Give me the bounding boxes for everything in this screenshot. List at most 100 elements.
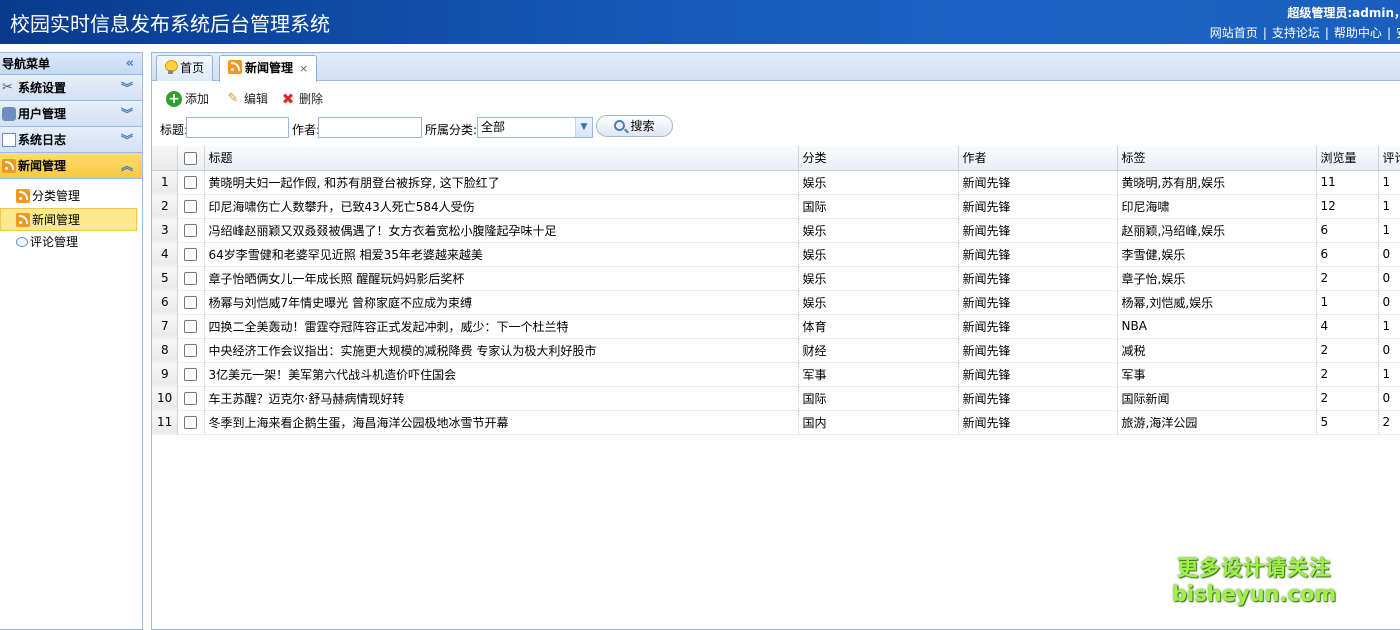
cell-views: 2 bbox=[1316, 338, 1379, 363]
sidebar-item-comment-management[interactable]: 评论管理 bbox=[0, 231, 142, 254]
cell-category: 娱乐 bbox=[798, 218, 959, 243]
row-number: 9 bbox=[152, 362, 178, 387]
panel-user-management[interactable]: 用户管理 ︾ bbox=[0, 101, 142, 127]
link-security[interactable]: 安 bbox=[1396, 26, 1400, 40]
table-row[interactable]: 7 四换二全美轰动！雷霆夺冠阵容正式发起冲刺，威少：下一个杜兰特 体育 新闻先锋 NBA… bbox=[152, 314, 1400, 339]
news-grid: 标题 分类 作者 标签 浏览量 评论 1 黄晓明夫妇一起作假, 和苏有朋登台被拆穿… bbox=[152, 146, 1400, 435]
link-support-forum[interactable]: 支持论坛 bbox=[1272, 26, 1320, 40]
search-bar: 标题: 作者: 所属分类: 全部 ▼ 搜索 bbox=[152, 115, 1400, 142]
row-checkbox-cell[interactable] bbox=[177, 266, 205, 291]
table-row[interactable]: 4 64岁李雪健和老婆罕见近照 相爱35年老婆越来越美 娱乐 新闻先锋 李雪健,娱乐 6 0 bbox=[152, 242, 1400, 267]
row-checkbox-cell[interactable] bbox=[177, 242, 205, 267]
author-search-input[interactable] bbox=[318, 117, 422, 138]
row-checkbox[interactable] bbox=[184, 392, 197, 405]
row-checkbox-cell[interactable] bbox=[177, 338, 205, 363]
cell-comments: 1 bbox=[1378, 194, 1400, 219]
collapse-left-icon[interactable]: « bbox=[126, 53, 134, 75]
news-submenu: 分类管理 新闻管理 评论管理 bbox=[0, 179, 142, 254]
row-number: 10 bbox=[152, 386, 178, 411]
cell-author: 新闻先锋 bbox=[958, 242, 1118, 267]
row-checkbox-cell[interactable] bbox=[177, 386, 205, 411]
expand-down-icon[interactable]: ︾ bbox=[121, 127, 133, 153]
row-checkbox[interactable] bbox=[184, 416, 197, 429]
panel-news-management[interactable]: 新闻管理 ︽ bbox=[0, 153, 142, 179]
cell-author: 新闻先锋 bbox=[958, 290, 1118, 315]
row-checkbox-cell[interactable] bbox=[177, 170, 205, 195]
table-row[interactable]: 11 冬季到上海来看企鹅生蛋，海昌海洋公园极地冰雪节开幕 国内 新闻先锋 旅游,海洋公园… bbox=[152, 410, 1400, 435]
table-row[interactable]: 3 冯绍峰赵丽颖又双叒叕被偶遇了！女方衣着宽松小腹隆起孕味十足 娱乐 新闻先锋 赵丽颖,… bbox=[152, 218, 1400, 243]
delete-button[interactable]: ✖ 删除 bbox=[280, 89, 323, 109]
row-checkbox[interactable] bbox=[184, 296, 197, 309]
cell-views: 5 bbox=[1316, 410, 1379, 435]
cell-category: 国内 bbox=[798, 410, 959, 435]
panel-label: 新闻管理 bbox=[18, 159, 67, 173]
cell-category: 国际 bbox=[798, 386, 959, 411]
row-checkbox[interactable] bbox=[184, 344, 197, 357]
select-all-checkbox-cell[interactable] bbox=[177, 146, 205, 171]
column-header-title[interactable]: 标题 bbox=[204, 146, 799, 171]
row-checkbox-cell[interactable] bbox=[177, 362, 205, 387]
table-row[interactable]: 10 车王苏醒？迈克尔·舒马赫病情现好转 国际 新闻先锋 国际新闻 2 0 bbox=[152, 386, 1400, 411]
toolbar: + 添加 ✎ 编辑 ✖ 删除 bbox=[152, 81, 1400, 115]
collapse-up-icon[interactable]: ︽ bbox=[121, 153, 133, 179]
table-row[interactable]: 2 印尼海啸伤亡人数攀升，已致43人死亡584人受伤 国际 新闻先锋 印尼海啸 12 1 bbox=[152, 194, 1400, 219]
row-checkbox-cell[interactable] bbox=[177, 218, 205, 243]
category-label: 所属分类: bbox=[425, 123, 478, 137]
row-checkbox[interactable] bbox=[184, 272, 197, 285]
cell-tags: 印尼海啸 bbox=[1117, 194, 1317, 219]
column-header-tags[interactable]: 标签 bbox=[1117, 146, 1317, 171]
row-checkbox[interactable] bbox=[184, 200, 197, 213]
header-links: 网站首页 | 支持论坛 | 帮助中心 | 安 bbox=[1210, 24, 1400, 41]
cell-tags: NBA bbox=[1117, 314, 1317, 339]
row-checkbox[interactable] bbox=[184, 248, 197, 261]
row-checkbox[interactable] bbox=[184, 320, 197, 333]
row-checkbox-cell[interactable] bbox=[177, 290, 205, 315]
expand-down-icon[interactable]: ︾ bbox=[121, 75, 133, 101]
tab-close-icon[interactable]: × bbox=[299, 62, 308, 75]
tab-news-management[interactable]: 新闻管理 × bbox=[219, 55, 318, 82]
table-row[interactable]: 9 3亿美元一架！美军第六代战斗机造价吓住国会 军事 新闻先锋 军事 2 1 bbox=[152, 362, 1400, 387]
row-number: 6 bbox=[152, 290, 178, 315]
table-row[interactable]: 1 黄晓明夫妇一起作假, 和苏有朋登台被拆穿, 这下脸红了 娱乐 新闻先锋 黄晓明,苏有… bbox=[152, 170, 1400, 195]
row-checkbox[interactable] bbox=[184, 176, 197, 189]
cell-views: 2 bbox=[1316, 386, 1379, 411]
select-all-checkbox[interactable] bbox=[184, 151, 197, 165]
column-header-category[interactable]: 分类 bbox=[798, 146, 959, 171]
add-label: 添加 bbox=[185, 92, 210, 106]
link-site-home[interactable]: 网站首页 bbox=[1210, 26, 1258, 40]
lightbulb-icon bbox=[165, 60, 178, 74]
tab-home[interactable]: 首页 bbox=[156, 55, 214, 81]
column-header-author[interactable]: 作者 bbox=[958, 146, 1118, 171]
row-checkbox-cell[interactable] bbox=[177, 410, 205, 435]
panel-system-settings[interactable]: ✂ 系统设置 ︾ bbox=[0, 75, 142, 101]
edit-button[interactable]: ✎ 编辑 bbox=[225, 89, 268, 109]
sidebar-item-category-management[interactable]: 分类管理 bbox=[0, 185, 142, 208]
table-row[interactable]: 6 杨幂与刘恺威7年情史曝光 曾称家庭不应成为束缚 娱乐 新闻先锋 杨幂,刘恺威,娱乐 1… bbox=[152, 290, 1400, 315]
row-number: 8 bbox=[152, 338, 178, 363]
cell-comments: 1 bbox=[1378, 362, 1400, 387]
row-checkbox-cell[interactable] bbox=[177, 194, 205, 219]
rss-icon bbox=[228, 60, 242, 74]
table-row[interactable]: 8 中央经济工作会议指出：实施更大规模的减税降费 专家认为极大利好股市 财经 新闻先锋… bbox=[152, 338, 1400, 363]
row-checkbox[interactable] bbox=[184, 368, 197, 381]
category-select[interactable]: 全部 ▼ bbox=[477, 117, 593, 138]
table-row[interactable]: 5 章子怡晒俩女儿一年成长照 醒醒玩妈妈影后奖杯 娱乐 新闻先锋 章子怡,娱乐 2 0 bbox=[152, 266, 1400, 291]
search-button[interactable]: 搜索 bbox=[596, 115, 673, 137]
row-checkbox-cell[interactable] bbox=[177, 314, 205, 339]
column-header-comments[interactable]: 评论 bbox=[1378, 146, 1400, 171]
link-help-center[interactable]: 帮助中心 bbox=[1334, 26, 1382, 40]
cell-comments: 0 bbox=[1378, 338, 1400, 363]
row-checkbox[interactable] bbox=[184, 224, 197, 237]
panel-system-log[interactable]: 系统日志 ︾ bbox=[0, 127, 142, 153]
pencil-icon: ✎ bbox=[227, 90, 239, 106]
expand-down-icon[interactable]: ︾ bbox=[121, 101, 133, 127]
cell-author: 新闻先锋 bbox=[958, 410, 1118, 435]
title-search-input[interactable] bbox=[186, 117, 289, 138]
main-panel: 首页 新闻管理 × + 添加 ✎ 编辑 ✖ 删除 标题: 作者: 所属分类: 全部 ▼ … bbox=[151, 52, 1400, 630]
column-header-views[interactable]: 浏览量 bbox=[1316, 146, 1379, 171]
chevron-down-icon[interactable]: ▼ bbox=[575, 118, 592, 137]
cell-comments: 0 bbox=[1378, 266, 1400, 291]
add-button[interactable]: + 添加 bbox=[166, 89, 209, 109]
sidebar-item-news-management[interactable]: 新闻管理 bbox=[0, 208, 137, 231]
add-icon: + bbox=[166, 90, 182, 107]
